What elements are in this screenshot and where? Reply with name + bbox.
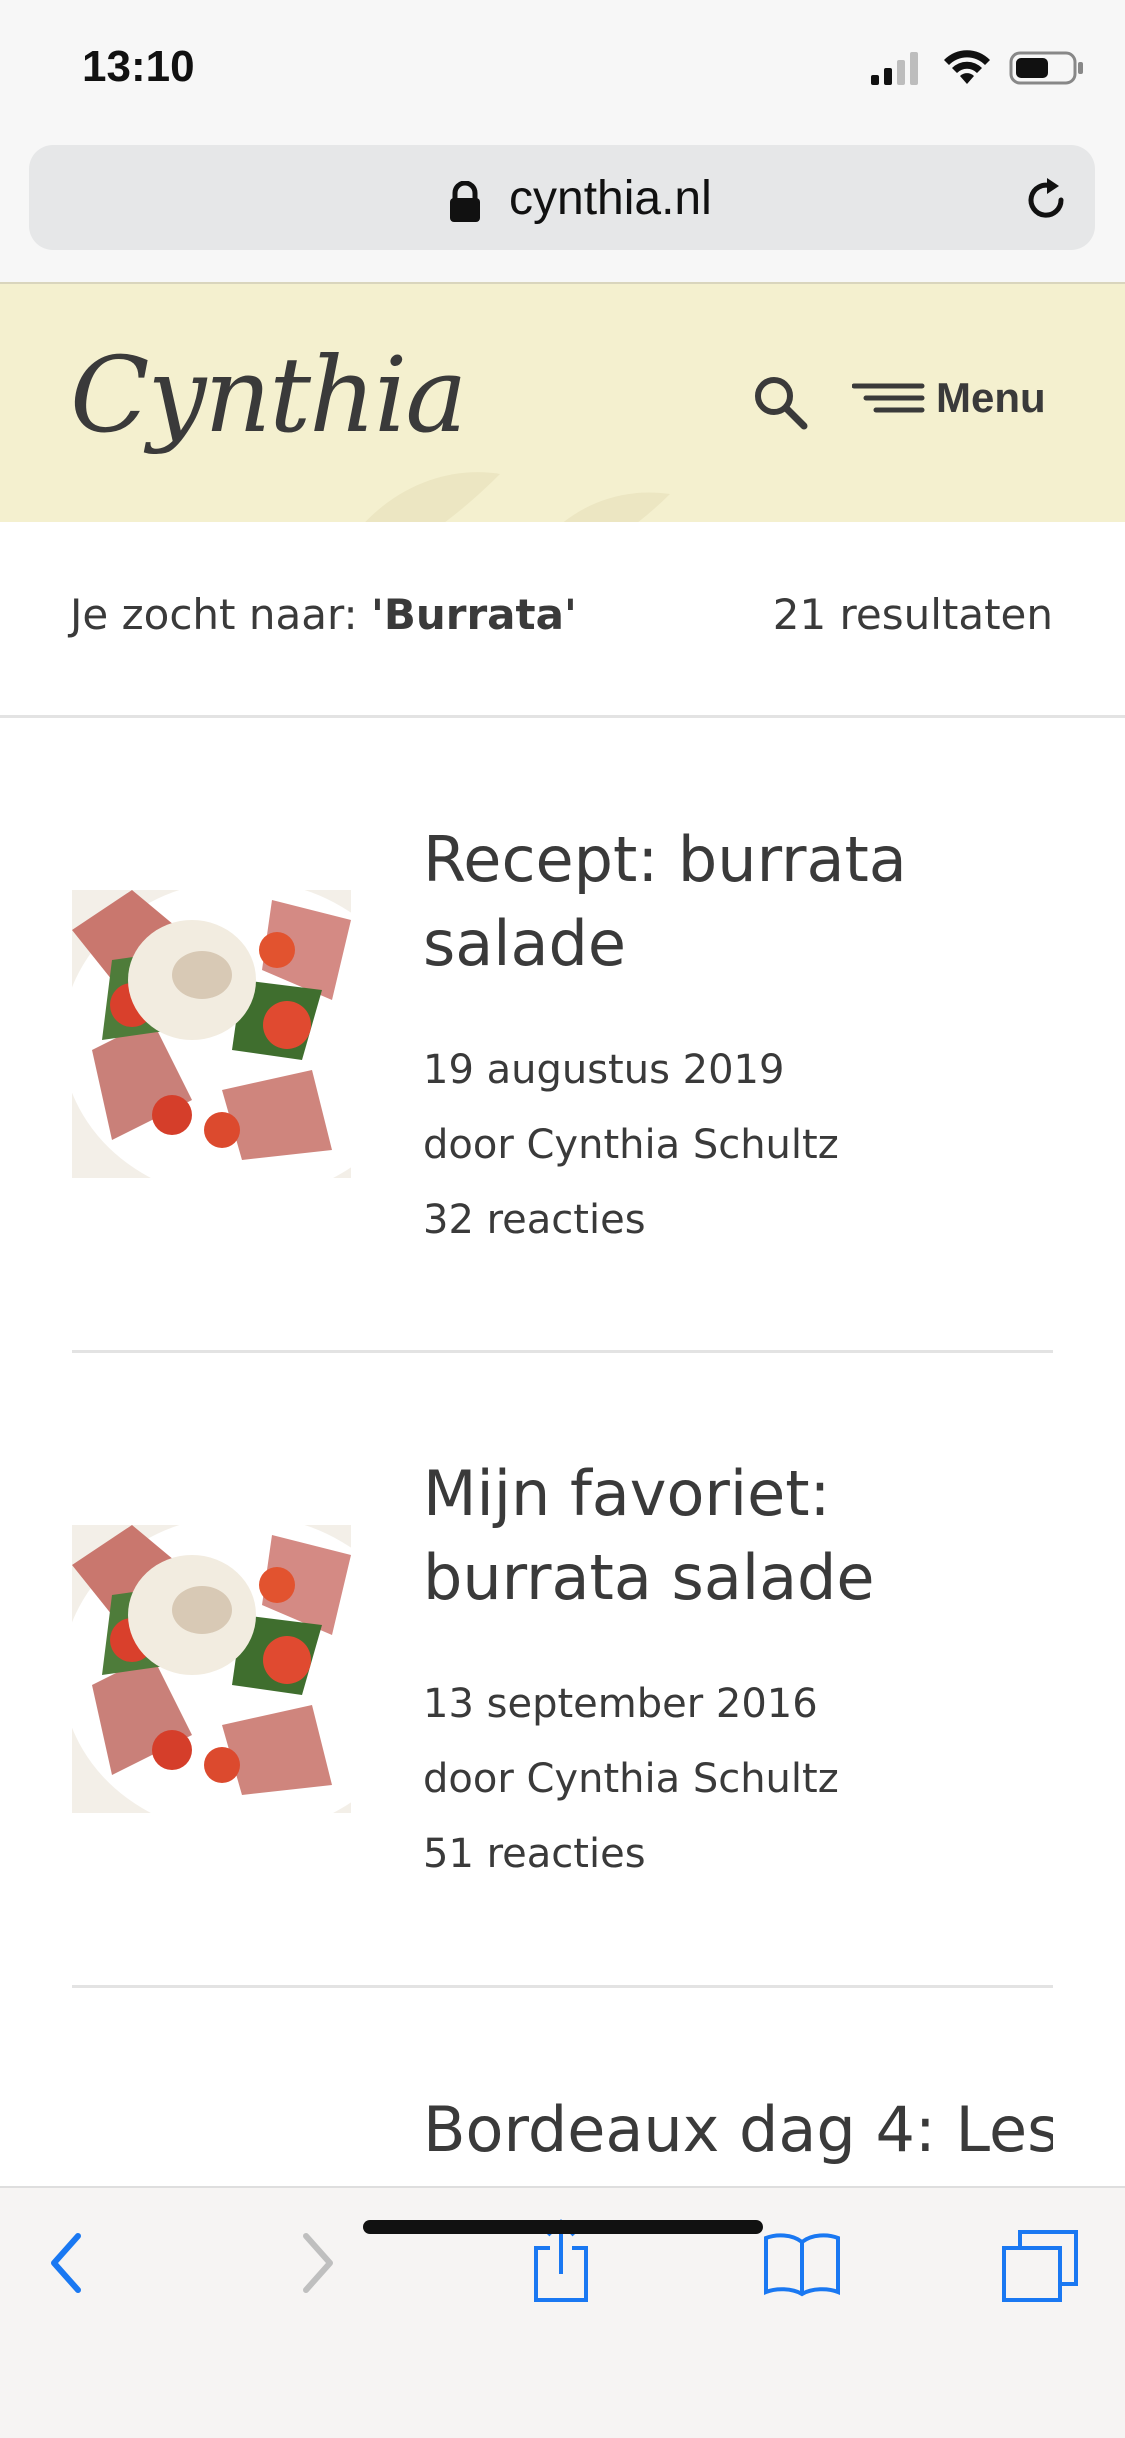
- result-title[interactable]: Mijn favoriet: burrata salade: [423, 1452, 1043, 1620]
- result-item[interactable]: Bordeaux dag 4: Les: [72, 2088, 1053, 2186]
- search-summary: Je zocht naar: 'Burrata' 21 resultaten: [0, 522, 1125, 718]
- address-bar[interactable]: cynthia.nl: [29, 145, 1095, 250]
- address-bar-area: cynthia.nl: [0, 135, 1125, 284]
- chevron-left-icon[interactable]: [44, 2228, 88, 2298]
- status-bar: 13:10: [0, 0, 1125, 135]
- battery-icon: [1009, 51, 1083, 85]
- search-prefix: Je zocht naar:: [70, 590, 371, 639]
- hamburger-icon: [852, 383, 925, 413]
- result-comments[interactable]: 32 reacties: [423, 1183, 646, 1258]
- result-item[interactable]: Recept: burrata salade 19 augustus 2019 …: [72, 818, 1053, 1258]
- chevron-right-icon[interactable]: [296, 2228, 340, 2298]
- result-title[interactable]: Bordeaux dag 4: Les: [423, 2088, 1053, 2172]
- result-author: door Cynthia Schultz: [423, 1756, 839, 1802]
- search-query: 'Burrata': [370, 590, 577, 639]
- divider: [72, 1350, 1053, 1353]
- result-item[interactable]: Mijn favoriet: burrata salade 13 septemb…: [72, 1452, 1053, 1892]
- burrata-salad-image: [72, 1525, 351, 1813]
- result-thumbnail[interactable]: [72, 890, 351, 1178]
- burrata-salad-image: [72, 890, 351, 1178]
- tabs-icon[interactable]: [1000, 2228, 1080, 2304]
- lock-icon: [450, 181, 480, 222]
- divider: [72, 1985, 1053, 1988]
- result-date: 13 september 2016: [423, 1681, 818, 1727]
- url-text: cynthia.nl: [509, 172, 712, 225]
- result-author: door Cynthia Schultz: [423, 1122, 839, 1168]
- wifi-icon: [944, 50, 990, 84]
- menu-button[interactable]: Menu: [852, 374, 1046, 422]
- status-time: 13:10: [82, 42, 195, 91]
- result-comments[interactable]: 51 reacties: [423, 1817, 646, 1892]
- result-count: 21 resultaten: [772, 590, 1053, 639]
- reload-icon[interactable]: [1021, 175, 1071, 225]
- menu-label: Menu: [936, 374, 1046, 421]
- book-icon[interactable]: [762, 2228, 842, 2298]
- result-thumbnail[interactable]: [72, 1525, 351, 1813]
- signal-icon: [871, 52, 918, 85]
- search-icon[interactable]: [752, 374, 808, 430]
- search-query-line: Je zocht naar: 'Burrata': [70, 590, 577, 639]
- site-header: Cynthia Menu: [0, 284, 1125, 522]
- status-icons: [869, 48, 1085, 88]
- result-date: 19 augustus 2019: [423, 1047, 785, 1093]
- result-title[interactable]: Recept: burrata salade: [423, 818, 1043, 986]
- home-indicator[interactable]: [363, 2220, 763, 2234]
- site-logo[interactable]: Cynthia: [70, 334, 467, 456]
